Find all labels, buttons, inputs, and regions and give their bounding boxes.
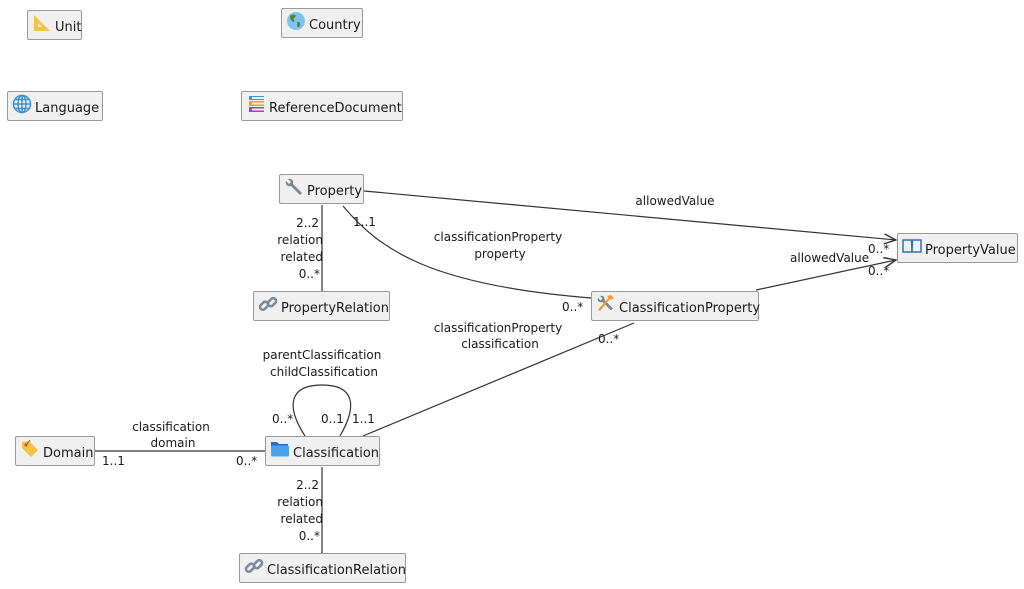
edge-role-label: relation: [277, 233, 323, 247]
edge-multiplicity: 1..1: [102, 454, 125, 468]
books-icon: [246, 94, 266, 114]
node-reference-document[interactable]: ReferenceDocument: [241, 91, 403, 121]
hammer-wrench-icon: [596, 294, 616, 314]
edge-role-label: classification: [132, 420, 210, 434]
node-classification-property[interactable]: ClassificationProperty: [591, 291, 761, 321]
node-property[interactable]: Property: [279, 174, 364, 204]
node-label: ClassificationRelation: [267, 562, 406, 578]
edge-role-label: allowedValue: [790, 251, 870, 265]
edge-multiplicity: 0..*: [868, 264, 890, 278]
edge-multiplicity: 1..1: [353, 215, 376, 229]
edge-multiplicity: 0..*: [868, 242, 890, 256]
node-label: ClassificationProperty: [619, 300, 761, 316]
edge-role-label: related: [280, 250, 323, 264]
diagram-edges: [95, 190, 1024, 553]
node-unit[interactable]: Unit: [27, 10, 82, 40]
edge-role-label: related: [280, 512, 323, 526]
edge-role-label: relation: [277, 495, 323, 509]
node-property-relation[interactable]: PropertyRelation: [253, 291, 390, 321]
node-label: PropertyValue: [925, 242, 1016, 258]
edge-multiplicity: 0..*: [298, 267, 320, 281]
edge-role-label: classificationProperty: [433, 321, 563, 335]
node-label: Unit: [55, 19, 82, 35]
node-property-value[interactable]: PropertyValue: [897, 233, 1018, 263]
node-label: ReferenceDocument: [269, 100, 402, 116]
globe-grid-icon: [12, 94, 32, 114]
edge-multiplicity: 0..*: [236, 454, 258, 468]
edge-multiplicity: 0..*: [272, 412, 294, 426]
node-country[interactable]: Country: [281, 8, 363, 38]
node-classification[interactable]: Classification: [265, 436, 380, 466]
edge-multiplicity: 0..*: [598, 332, 620, 346]
edge-role-label: classification: [461, 337, 539, 351]
edge-multiplicity: 2..2: [296, 216, 319, 230]
wrench-icon: [284, 177, 304, 197]
edge-multiplicity: 0..*: [298, 529, 320, 543]
node-label: Domain: [43, 445, 94, 461]
edge-role-label: allowedValue: [635, 194, 715, 208]
node-language[interactable]: Language: [7, 91, 103, 121]
edge-property-classification-property[interactable]: [342, 205, 592, 299]
node-label: Language: [35, 100, 100, 116]
edge-multiplicity: 2..2: [296, 478, 319, 492]
edge-role-label: parentClassification: [262, 348, 382, 362]
edge-role-label: classificationProperty: [433, 230, 563, 244]
edge-role-label: property: [474, 247, 526, 261]
folder-icon: [270, 439, 290, 459]
edge-multiplicity: 0..*: [562, 300, 584, 314]
globe-americas-icon: [286, 11, 306, 31]
edge-multiplicity: 0..1: [321, 412, 344, 426]
link-icon: [258, 294, 278, 314]
node-label: PropertyRelation: [281, 300, 389, 316]
node-label: Property: [307, 183, 363, 199]
triangle-ruler-icon: [32, 13, 52, 33]
edge-multiplicity: 1..1: [352, 412, 375, 426]
node-label: Country: [309, 17, 361, 33]
edge-role-label: domain: [150, 436, 196, 450]
edge-role-label: childClassification: [270, 365, 378, 379]
node-domain[interactable]: Domain: [15, 436, 95, 466]
open-book-icon: [902, 236, 922, 256]
node-classification-relation[interactable]: ClassificationRelation: [239, 553, 406, 583]
link-icon: [244, 556, 264, 576]
node-label: Classification: [293, 445, 380, 461]
tag-icon: [20, 439, 40, 459]
